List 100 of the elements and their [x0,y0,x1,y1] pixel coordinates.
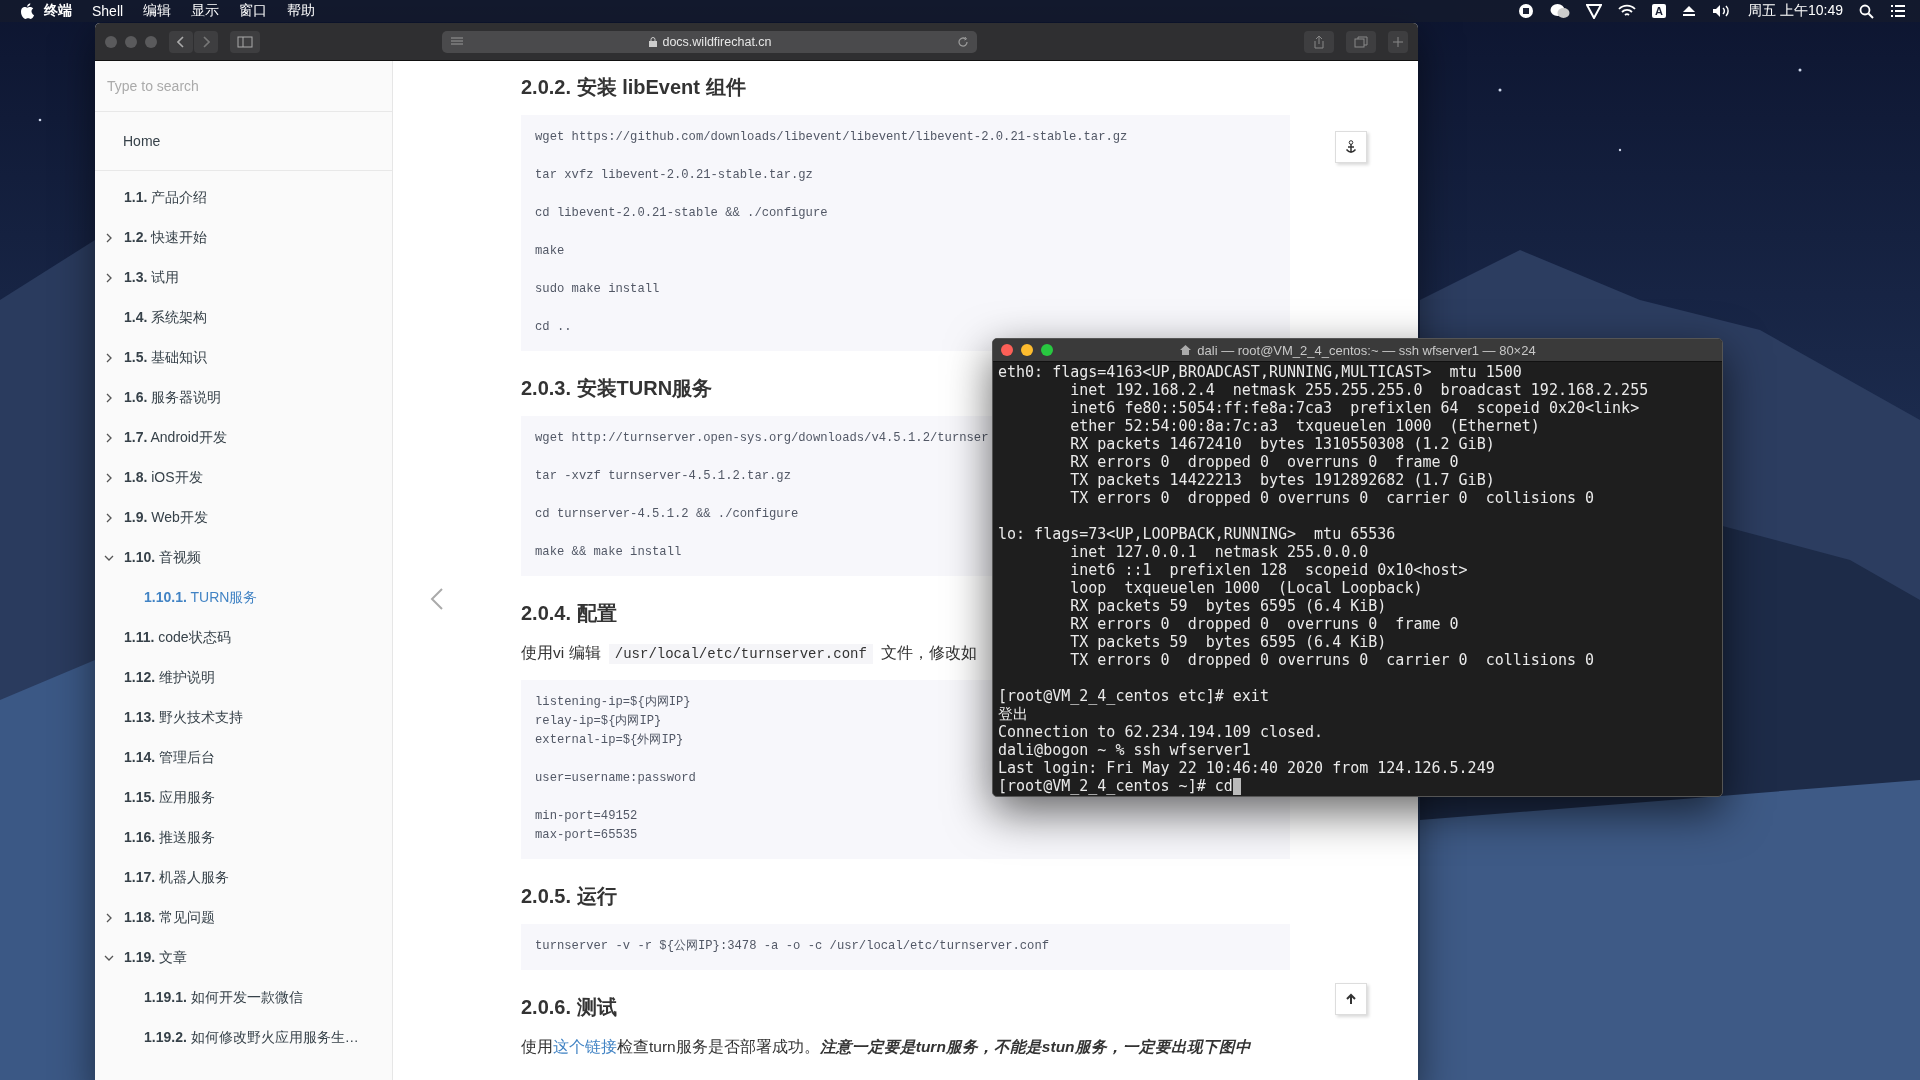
record-icon[interactable] [1518,3,1535,19]
menu-item[interactable]: 窗口 [229,2,278,20]
nav-item[interactable]: 1.19. 文章 [124,949,188,967]
input-source[interactable]: A [1652,4,1667,18]
nav-item[interactable]: 1.3. 试用 [124,269,180,287]
section-heading: 2.0.3. 安装TURN服务 [521,376,713,400]
back-to-top-button[interactable] [1335,983,1367,1015]
nav-item[interactable]: 1.18. 常见问题 [124,909,216,927]
nav-item[interactable]: 1.19.1. 如何开发一款微信 [144,989,303,1007]
code-line: listening-ip=${内网IP} [535,694,691,711]
menu-item[interactable]: Shell [82,3,134,19]
terminal-line: TX errors 0 dropped 0 overruns 0 carrier 0 collisions 0 [1069,651,1595,669]
terminal-line: dali@bogon ~ % ssh wfserver1 [998,741,1251,759]
chevron-down-icon[interactable] [104,953,114,963]
link[interactable]: 这个链接 [553,1038,617,1055]
wifi-icon[interactable] [1618,4,1637,18]
reload-icon[interactable] [957,35,969,48]
nav-item[interactable]: 1.8. iOS开发 [124,469,203,487]
code-line: make [535,243,565,260]
nav-item[interactable]: 1.5. 基础知识 [124,349,208,367]
nav-item[interactable]: 1.14. 管理后台 [124,749,216,767]
code-line: sudo make install [535,281,660,298]
nav-item[interactable]: 1.15. 应用服务 [124,789,216,807]
arrow-up-icon [1345,993,1357,1005]
menu-clock[interactable]: 周五 上午10:49 [1748,2,1843,20]
nav-item[interactable]: 1.13. 野火技术支持 [124,709,244,727]
code-line: user=username:password [535,770,696,787]
terminal-line: ether 52:54:00:8a:7c:a3 txqueuelen 1000 (Ethernet) [1069,417,1540,435]
app-menu[interactable]: 终端 [34,2,82,20]
chevron-right-icon[interactable] [104,513,114,523]
terminal-line: lo: flags=73<UP,LOOPBACK,RUNNING> mtu 65536 [998,525,1396,543]
chevron-right-icon[interactable] [104,353,114,363]
chat-bubbles-icon[interactable] [1550,3,1571,19]
nav-item[interactable]: 1.10.1. TURN服务 [144,589,258,607]
nav-item[interactable]: Home [123,133,161,149]
menu-item[interactable]: 显示 [181,2,230,20]
anchor-button[interactable] [1335,131,1367,163]
zoom-button[interactable] [1041,344,1053,356]
terminal-line: Last login: Fri May 22 10:46:40 2020 from 124.126.5.249 [998,759,1495,777]
share-icon [1313,34,1325,49]
nav-item[interactable]: 1.4. 系统架构 [124,309,208,327]
terminal-line: Connection to 62.234.194.109 closed. [998,723,1324,741]
nav-item[interactable]: 1.19.2. 如何修改野火应用服务生… [144,1029,359,1047]
terminal-line: inet 127.0.0.1 netmask 255.0.0.0 [1069,543,1369,561]
terminal-line: RX packets 59 bytes 6595 (6.4 KiB) [1069,597,1387,615]
chevron-right-icon[interactable] [104,433,114,443]
apple-icon[interactable] [20,3,34,19]
terminal-line: inet 192.168.2.4 netmask 255.255.255.0 broadcast 192.168.2.255 [1069,381,1649,399]
code-line: tar xvfz libevent-2.0.21-stable.tar.gz [535,167,813,184]
code-line: cd libevent-2.0.21-stable && ./configure [535,205,828,222]
paragraph: 使用这个链接检查turn服务是否部署成功。注意一定要是turn服务，不能是stun服务，一定要出现下图中 [521,1037,1252,1057]
plus-icon [1393,36,1403,47]
list-icon[interactable] [1890,4,1906,18]
terminal-line: [root@VM_2_4_centos etc]# exit [998,687,1269,705]
window-title: dali — root@VM_2_4_centos:~ — ssh wfserver1 — 80×24 [1197,342,1536,358]
nav-item[interactable]: 1.2. 快速开始 [124,229,208,247]
sidebar-icon [237,35,253,48]
section-heading: 2.0.4. 配置 [521,601,617,625]
minimize-button[interactable] [1021,344,1033,356]
nav-item[interactable]: 1.16. 推送服务 [124,829,216,847]
code-line: wget https://github.com/downloads/libevent/libevent/libevent-2.0.21-stable.tar.gz [535,129,1128,146]
chevron-right-icon[interactable] [104,233,114,243]
lock-icon [649,36,658,47]
anchor-icon [1345,140,1357,154]
code-line: wget http://turnserver.open-sys.org/downloads/v4.5.1.2/turnser [535,430,989,447]
nav-item[interactable]: 1.12. 维护说明 [124,669,216,687]
terminal-line: TX packets 59 bytes 6595 (6.4 KiB) [1069,633,1387,651]
nav-item[interactable]: 1.11. code状态码 [124,629,231,647]
menu-item[interactable]: 帮助 [277,2,326,20]
search-icon[interactable] [1859,3,1874,19]
home-icon [1179,344,1193,356]
back-button[interactable] [169,30,193,53]
address-bar[interactable]: docs.wildfirechat.cn [442,30,977,53]
section-heading: 2.0.2. 安装 libEvent 组件 [521,75,746,99]
code-line: max-port=65535 [535,827,638,844]
code-line: relay-ip=${内网IP} [535,713,662,730]
nav-item[interactable]: 1.10. 音视频 [124,549,202,567]
sidebar-toggle-button[interactable] [230,30,260,53]
terminal-line: [root@VM_2_4_centos ~]# cd [998,777,1233,795]
nav-item[interactable]: 1.17. 机器人服务 [124,869,230,887]
chevron-right-icon[interactable] [104,273,114,283]
nav-item[interactable]: 1.6. 服务器说明 [124,389,222,407]
terminal-line: RX errors 0 dropped 0 overruns 0 frame 0 [1069,615,1459,633]
chevron-right-icon[interactable] [104,473,114,483]
nav-item[interactable]: 1.7. Android开发 [124,429,227,447]
close-button[interactable] [1001,344,1013,356]
code-line: external-ip=${外网IP} [535,732,684,749]
chevron-right-icon[interactable] [104,913,114,923]
terminal-line: RX errors 0 dropped 0 overruns 0 frame 0 [1069,453,1459,471]
search-field[interactable]: Type to search [95,61,392,112]
nav-item[interactable]: 1.1. 产品介绍 [124,189,208,207]
eject-icon[interactable] [1682,5,1697,17]
code-line: cd .. [535,319,572,336]
nav-item[interactable]: 1.9. Web开发 [124,509,208,527]
menu-item[interactable]: 编辑 [133,2,182,20]
chevron-down-icon[interactable] [104,553,114,563]
cursor [1232,777,1241,795]
code-line: cd turnserver-4.5.1.2 && ./configure [535,506,799,523]
chevron-right-icon[interactable] [104,393,114,403]
tabs-icon [1354,35,1368,48]
